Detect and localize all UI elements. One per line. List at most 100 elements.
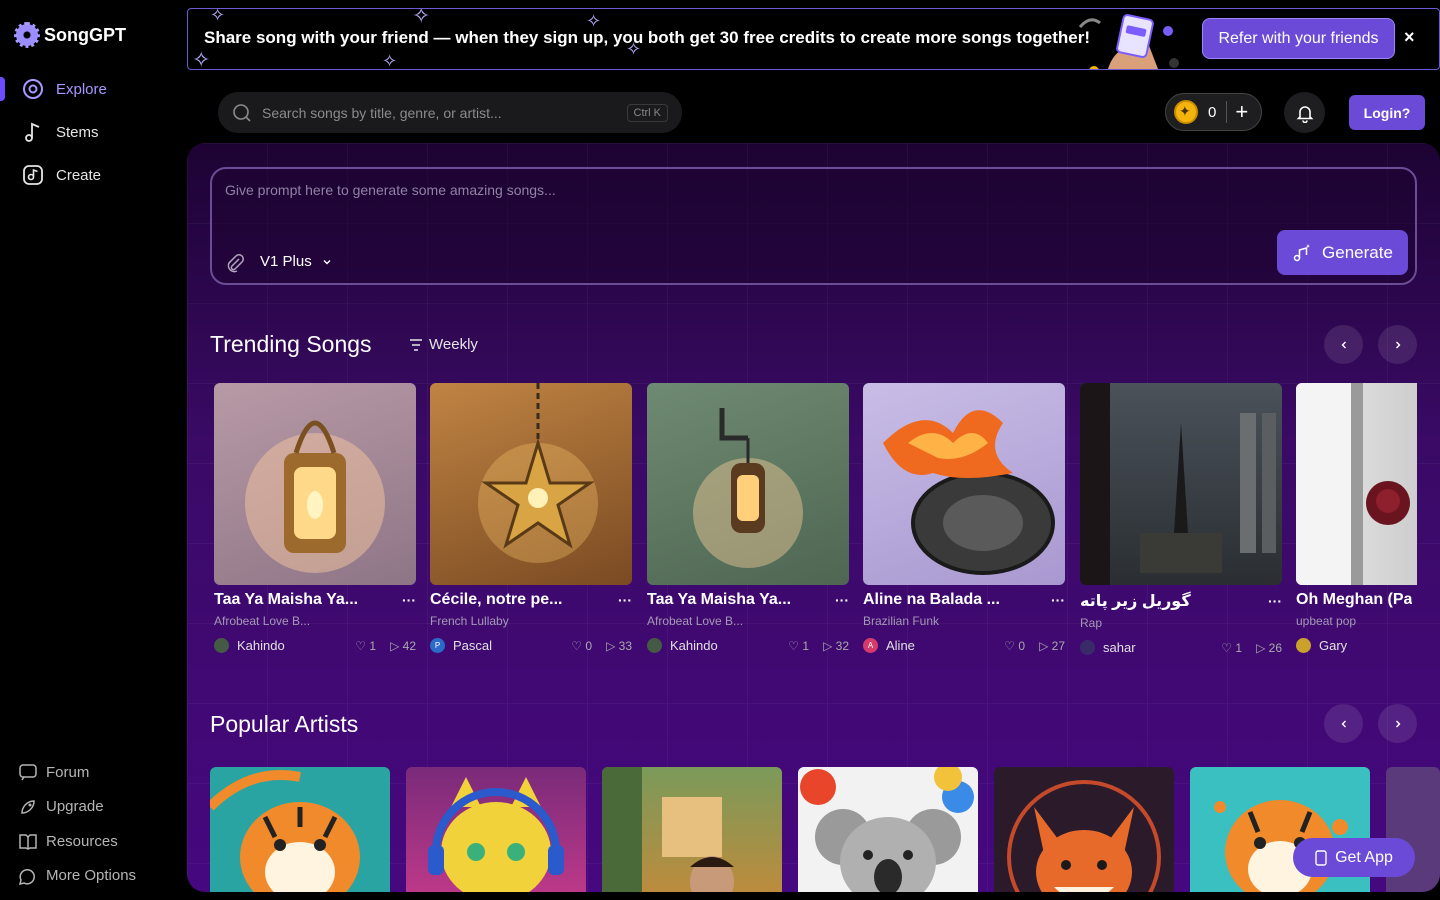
- trending-next-button[interactable]: [1378, 325, 1417, 364]
- nav-forum-label: Forum: [46, 763, 90, 781]
- song-cover-lantern[interactable]: [214, 383, 416, 585]
- search-icon: [233, 103, 251, 122]
- koala-portrait-icon: [800, 767, 974, 892]
- refer-friends-button[interactable]: Refer with your friends: [1202, 18, 1395, 59]
- song-title[interactable]: Oh Meghan (Pa: [1296, 591, 1412, 609]
- nav-stems[interactable]: Stems: [0, 117, 187, 147]
- get-app-label: Get App: [1335, 848, 1393, 866]
- song-cover-fire-disc[interactable]: [863, 383, 1065, 585]
- song-artist[interactable]: Gary: [1296, 638, 1347, 653]
- play-icon: ▷: [1039, 638, 1049, 653]
- likes[interactable]: ♡ 1: [355, 639, 376, 653]
- prompt-box[interactable]: Give prompt here to generate some amazin…: [210, 167, 1417, 285]
- nav-forum[interactable]: Forum: [18, 760, 136, 784]
- song-title[interactable]: Taa Ya Maisha Ya...: [214, 591, 358, 609]
- chevron-right-icon: [1395, 341, 1400, 348]
- sparkle-icon: ✧: [412, 8, 431, 28]
- song-cover-ruins[interactable]: [1080, 383, 1282, 585]
- play-count: 26: [1268, 640, 1282, 655]
- rose-artwork-icon: [1296, 383, 1410, 585]
- song-cover-star-lamp[interactable]: [430, 383, 632, 585]
- song-card[interactable]: Aline na Balada ... ··· Brazilian Funk A…: [863, 383, 1065, 653]
- song-genre: Rap: [1080, 616, 1103, 630]
- artists-prev-button[interactable]: [1324, 704, 1363, 743]
- nav-create[interactable]: Create: [0, 160, 187, 190]
- song-card[interactable]: Taa Ya Maisha Ya... ··· Afrobeat Love B.…: [214, 383, 416, 653]
- star-lamp-artwork-icon: [478, 383, 598, 563]
- song-cover-rose[interactable]: [1296, 383, 1417, 585]
- song-artist[interactable]: Kahindo: [214, 638, 285, 653]
- artist-card-koala[interactable]: [798, 767, 978, 892]
- weekly-filter[interactable]: Weekly: [409, 336, 478, 353]
- artist-card-person[interactable]: [602, 767, 782, 892]
- likes[interactable]: ♡ 0: [571, 639, 592, 653]
- artist-card-fox[interactable]: [994, 767, 1174, 892]
- search-bar[interactable]: Ctrl K: [218, 92, 682, 133]
- banner-message: Share song with your friend — when they …: [204, 28, 1091, 47]
- generate-label: Generate: [1322, 242, 1393, 262]
- search-input[interactable]: [262, 104, 617, 121]
- song-card[interactable]: گوریل زیر پاته ··· Rap sahar ♡ 1 ▷ 26: [1080, 383, 1282, 655]
- person-photo-icon: [602, 767, 734, 892]
- paperclip-icon[interactable]: [225, 253, 245, 273]
- get-app-button[interactable]: Get App: [1293, 838, 1415, 877]
- more-options-icon[interactable]: ···: [402, 592, 416, 608]
- song-card[interactable]: Cécile, notre pe... ··· French Lullaby P…: [430, 383, 632, 653]
- plays: ▷ 26: [1256, 641, 1282, 655]
- chevron-left-icon: [1341, 720, 1346, 727]
- nav-more-options[interactable]: More Options: [18, 864, 136, 888]
- likes[interactable]: ♡ 0: [1004, 639, 1025, 653]
- song-title[interactable]: Taa Ya Maisha Ya...: [647, 591, 791, 609]
- login-button[interactable]: Login?: [1349, 95, 1425, 130]
- filter-icon: [410, 338, 422, 351]
- credits-widget: 0 +: [1165, 93, 1262, 131]
- model-selector[interactable]: V1 Plus: [260, 253, 332, 270]
- explore-icon: [22, 78, 44, 100]
- avatar: A: [863, 638, 878, 653]
- banner-close-icon[interactable]: ×: [1404, 27, 1415, 48]
- nav-explore[interactable]: Explore: [0, 74, 187, 104]
- nav-upgrade[interactable]: Upgrade: [18, 795, 136, 819]
- more-options-icon[interactable]: ···: [1051, 592, 1065, 608]
- song-title[interactable]: Aline na Balada ...: [863, 591, 1000, 609]
- song-card[interactable]: Taa Ya Maisha Ya... ··· Afrobeat Love B.…: [647, 383, 849, 653]
- song-artist[interactable]: sahar: [1080, 640, 1136, 655]
- nav-resources[interactable]: Resources: [18, 829, 136, 853]
- prompt-input[interactable]: Give prompt here to generate some amazin…: [225, 182, 556, 198]
- phone-share-illustration-icon: [1078, 14, 1179, 69]
- more-options-icon[interactable]: ···: [1268, 593, 1282, 609]
- main-nav: Explore Stems Create: [0, 74, 187, 203]
- sidebar: SongGPT Explore Stems Create Forum Upgra…: [0, 0, 187, 900]
- avatar: P: [430, 638, 445, 653]
- song-genre: Brazilian Funk: [863, 614, 940, 628]
- sparkle-icon: ✧: [210, 8, 226, 25]
- likes[interactable]: ♡ 1: [1221, 641, 1242, 655]
- notifications-button[interactable]: [1284, 92, 1325, 133]
- more-options-icon[interactable]: ···: [835, 592, 849, 608]
- song-card[interactable]: Oh Meghan (Pa upbeat pop Gary: [1296, 383, 1417, 653]
- artist-card-tiger[interactable]: [210, 767, 390, 892]
- popular-artists-carousel: [210, 767, 1440, 892]
- heart-icon: ♡: [571, 638, 583, 653]
- song-title[interactable]: Cécile, notre pe...: [430, 591, 562, 609]
- song-cover-wall-lantern[interactable]: [647, 383, 849, 585]
- artist-card-cat[interactable]: [406, 767, 586, 892]
- song-artist[interactable]: Kahindo: [647, 638, 718, 653]
- sparkle-icon: ✧: [192, 47, 211, 70]
- generate-button[interactable]: Generate: [1277, 230, 1408, 275]
- heart-icon: ♡: [1004, 638, 1016, 653]
- cat-headphones-icon: [428, 777, 564, 892]
- song-artist[interactable]: P Pascal: [430, 638, 492, 653]
- artist-name: Aline: [886, 638, 915, 653]
- artists-next-button[interactable]: [1378, 704, 1417, 743]
- song-title[interactable]: گوریل زیر پاته: [1080, 591, 1191, 611]
- likes[interactable]: ♡ 1: [788, 639, 809, 653]
- song-artist[interactable]: A Aline: [863, 638, 915, 653]
- trending-prev-button[interactable]: [1324, 325, 1363, 364]
- chat-icon: [19, 764, 37, 781]
- logo[interactable]: SongGPT: [14, 22, 126, 48]
- play-count: 42: [402, 638, 416, 653]
- more-options-icon[interactable]: ···: [618, 592, 632, 608]
- add-credits-button[interactable]: +: [1226, 101, 1248, 123]
- fire-disc-artwork-icon: [883, 410, 1055, 575]
